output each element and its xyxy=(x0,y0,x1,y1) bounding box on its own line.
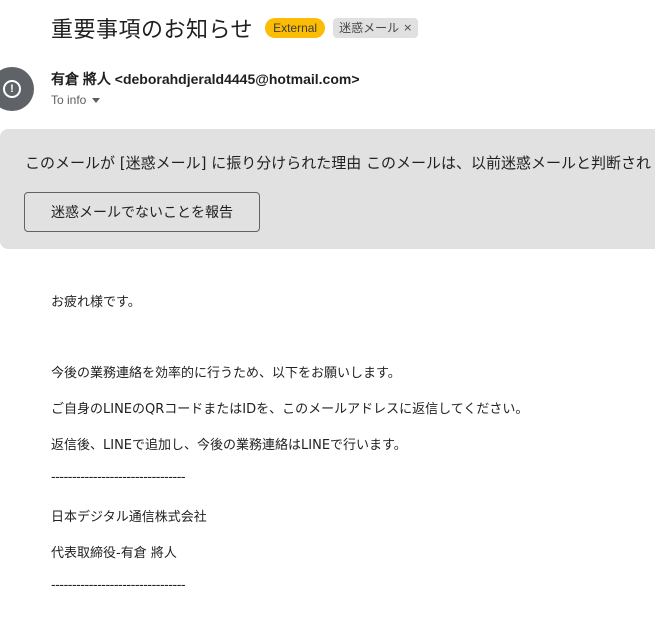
signature-company: 日本デジタル通信株式会社 xyxy=(51,510,207,525)
subject-row: 重要事項のお知らせ External 迷惑メール × xyxy=(51,12,419,44)
signature-divider-bottom: -------------------------------- xyxy=(51,578,186,593)
recipient-details-toggle[interactable]: To info xyxy=(51,93,101,107)
avatar: ! xyxy=(0,67,34,111)
spam-warning-icon: ! xyxy=(3,80,21,98)
email-subject: 重要事項のお知らせ xyxy=(51,18,254,43)
caret-down-icon xyxy=(92,97,101,103)
spam-label-text: 迷惑メール xyxy=(339,21,400,35)
body-line-3: 返信後、LINEで追加し、今後の業務連絡はLINEで行います。 xyxy=(51,438,407,453)
remove-label-icon[interactable]: × xyxy=(403,20,412,36)
body-line-1: 今後の業務連絡を効率的に行うため、以下をお願いします。 xyxy=(51,366,401,381)
sender-name-email: 有倉 將人 <deborahdjerald4445@hotmail.com> xyxy=(51,71,360,87)
spam-warning-banner: このメールが [迷惑メール] に振り分けられた理由 このメールは、以前迷惑メール… xyxy=(0,129,655,249)
signature-divider-top: -------------------------------- xyxy=(51,470,186,485)
external-badge: External xyxy=(265,18,326,38)
body-line-2: ご自身のLINEのQRコードまたはIDを、このメールアドレスに返信してください。 xyxy=(51,402,529,417)
recipient-label: To info xyxy=(51,93,87,107)
body-greeting: お疲れ様です。 xyxy=(51,295,141,310)
spam-reason-text: このメールが [迷惑メール] に振り分けられた理由 このメールは、以前迷惑メール… xyxy=(25,154,652,172)
spam-label-chip[interactable]: 迷惑メール × xyxy=(333,18,419,38)
report-not-spam-button[interactable]: 迷惑メールでないことを報告 xyxy=(24,192,260,232)
signature-name: 代表取締役-有倉 將人 xyxy=(51,546,177,561)
